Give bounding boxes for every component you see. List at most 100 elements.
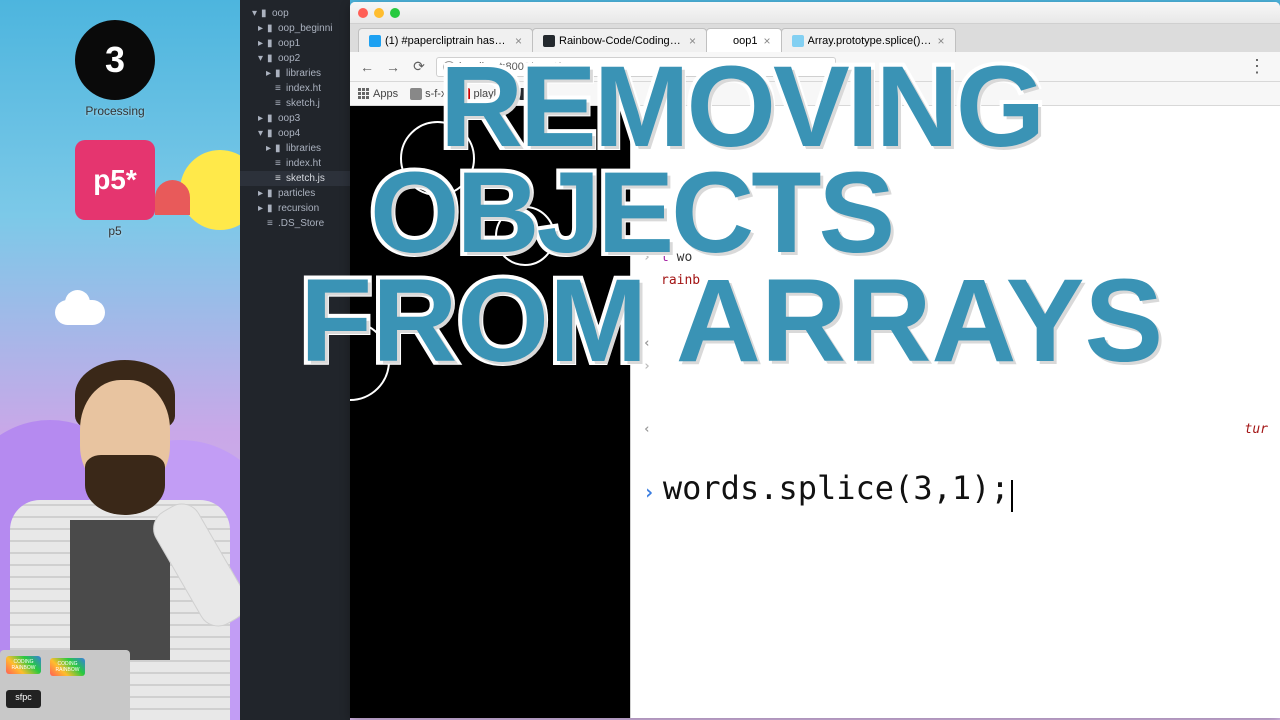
folder-icon: ▮ bbox=[267, 203, 275, 214]
tree-label: .DS_Store bbox=[278, 218, 324, 229]
tree-file[interactable]: ≡.DS_Store bbox=[240, 216, 350, 231]
chevron-left-icon: ‹ bbox=[643, 422, 655, 437]
chevron-right-icon: ▸ bbox=[258, 203, 264, 214]
tree-label: oop2 bbox=[278, 53, 300, 64]
console-line: ‹ tur bbox=[643, 418, 1268, 441]
bookmark-item[interactable]: c bbox=[519, 88, 540, 100]
bookmark-icon bbox=[458, 88, 470, 100]
browser-tab[interactable]: oop1 × bbox=[706, 28, 782, 52]
close-icon[interactable]: × bbox=[763, 34, 770, 48]
tab-title: Array.prototype.splice() - Java bbox=[808, 35, 932, 47]
file-icon: ≡ bbox=[275, 98, 283, 109]
browser-tab[interactable]: Array.prototype.splice() - Java × bbox=[781, 28, 956, 52]
bookmarks-bar: Apps s-f-x playlist c bbox=[350, 82, 1280, 106]
tree-folder[interactable]: ▸▮particles bbox=[240, 186, 350, 201]
tree-root[interactable]: ▾ ▮ oop bbox=[240, 6, 350, 21]
browser-content: › t wo rainb ‹ › ‹ tur › bbox=[350, 106, 1280, 718]
sticker: CODING RAINBOW bbox=[50, 658, 85, 676]
url-bar[interactable]: i localhost:8000/oop4/ bbox=[436, 57, 836, 77]
tree-label: particles bbox=[278, 188, 315, 199]
chevron-right-icon: › bbox=[643, 250, 655, 265]
folder-icon: ▮ bbox=[261, 8, 269, 19]
favicon-icon bbox=[369, 35, 381, 47]
apps-icon bbox=[358, 88, 370, 100]
forward-button[interactable]: → bbox=[384, 58, 402, 76]
bubble-shape bbox=[400, 121, 475, 196]
bookmark-item[interactable]: playlist bbox=[458, 88, 507, 100]
folder-icon: ▮ bbox=[275, 143, 283, 154]
tree-file[interactable]: ≡sketch.js bbox=[240, 171, 350, 186]
browser-tab[interactable]: Rainbow-Code/CodingChallen × bbox=[532, 28, 707, 52]
chevron-right-icon: ▸ bbox=[258, 38, 264, 49]
tree-label: libraries bbox=[286, 68, 321, 79]
bookmark-item[interactable]: s-f-x bbox=[410, 88, 446, 100]
reload-button[interactable]: ⟳ bbox=[410, 58, 428, 76]
tree-folder[interactable]: ▸▮oop_beginni bbox=[240, 21, 350, 36]
desktop-icon-processing[interactable]: 3 Processing bbox=[65, 20, 165, 118]
chevron-down-icon: ▾ bbox=[258, 128, 264, 139]
desktop-icon-p5[interactable]: p5* p5 bbox=[65, 140, 165, 238]
bubble-shape bbox=[350, 321, 390, 401]
file-icon: ≡ bbox=[275, 83, 283, 94]
p5-icon: p5* bbox=[75, 140, 155, 220]
info-icon[interactable]: i bbox=[443, 61, 455, 73]
maximize-icon[interactable] bbox=[390, 8, 400, 18]
console-line: › bbox=[643, 355, 1268, 378]
back-button[interactable]: ← bbox=[358, 58, 376, 76]
tree-label: oop bbox=[272, 8, 289, 19]
tree-folder[interactable]: ▸▮recursion bbox=[240, 201, 350, 216]
close-icon[interactable] bbox=[358, 8, 368, 18]
tree-file[interactable]: ≡index.ht bbox=[240, 156, 350, 171]
tab-title: oop1 bbox=[733, 35, 757, 47]
tree-file[interactable]: ≡index.ht bbox=[240, 81, 350, 96]
console-input-text: words.splice(3,1); bbox=[663, 469, 1010, 507]
cloud-graphic bbox=[55, 300, 105, 325]
folder-icon: ▮ bbox=[275, 68, 283, 79]
console-prompt-icon: › bbox=[643, 480, 655, 504]
tree-folder[interactable]: ▾▮oop2 bbox=[240, 51, 350, 66]
console-body[interactable]: › t wo rainb ‹ › ‹ tur › bbox=[631, 106, 1280, 718]
tree-folder[interactable]: ▸▮oop3 bbox=[240, 111, 350, 126]
favicon-icon bbox=[717, 35, 729, 47]
chevron-right-icon: ▸ bbox=[258, 23, 264, 34]
close-icon[interactable]: × bbox=[515, 34, 522, 48]
close-icon[interactable]: × bbox=[689, 34, 696, 48]
minimize-icon[interactable] bbox=[374, 8, 384, 18]
window-titlebar bbox=[350, 2, 1280, 24]
chevron-right-icon: ▸ bbox=[266, 143, 272, 154]
sticker: CODING RAINBOW bbox=[6, 656, 41, 674]
chevron-down-icon: ▾ bbox=[252, 8, 258, 19]
menu-icon[interactable]: ⋮ bbox=[1242, 56, 1272, 77]
bookmark-item[interactable]: Apps bbox=[358, 88, 398, 100]
tree-label: libraries bbox=[286, 143, 321, 154]
chevron-right-icon: ▸ bbox=[258, 113, 264, 124]
chevron-right-icon: › bbox=[643, 359, 655, 374]
folder-icon: ▮ bbox=[267, 53, 275, 64]
nav-bar: ← → ⟳ i localhost:8000/oop4/ ⋮ bbox=[350, 52, 1280, 82]
bookmark-icon bbox=[410, 88, 422, 100]
devtools-panel: › t wo rainb ‹ › ‹ tur › bbox=[630, 106, 1280, 718]
tab-title: Rainbow-Code/CodingChallen bbox=[559, 35, 683, 47]
tree-label: oop4 bbox=[278, 128, 300, 139]
tree-file[interactable]: ≡sketch.j bbox=[240, 96, 350, 111]
tree-label: oop1 bbox=[278, 38, 300, 49]
tree-folder[interactable]: ▸▮libraries bbox=[240, 66, 350, 81]
browser-tab[interactable]: (1) #papercliptrain hashtag on× bbox=[358, 28, 533, 52]
bubble-shape bbox=[495, 206, 555, 266]
tree-folder[interactable]: ▸▮oop1 bbox=[240, 36, 350, 51]
bookmark-label: playlist bbox=[473, 88, 507, 100]
console-input-line[interactable]: › words.splice(3,1); bbox=[643, 461, 1268, 512]
tree-folder[interactable]: ▾▮oop4 bbox=[240, 126, 350, 141]
close-icon[interactable]: × bbox=[937, 34, 944, 48]
sticker: sfpc bbox=[6, 690, 41, 708]
console-line: › t wo bbox=[643, 246, 1268, 269]
laptop: CODING RAINBOW CODING RAINBOW sfpc bbox=[0, 650, 130, 720]
presenter-figure: CODING RAINBOW CODING RAINBOW sfpc bbox=[0, 340, 240, 720]
favicon-icon bbox=[792, 35, 804, 47]
p5-canvas[interactable] bbox=[350, 106, 630, 718]
tree-label: sketch.j bbox=[286, 98, 320, 109]
file-icon: ≡ bbox=[275, 173, 283, 184]
tree-folder[interactable]: ▸▮libraries bbox=[240, 141, 350, 156]
url-text: localhost:8000/oop4/ bbox=[459, 61, 561, 73]
file-icon: ≡ bbox=[267, 218, 275, 229]
